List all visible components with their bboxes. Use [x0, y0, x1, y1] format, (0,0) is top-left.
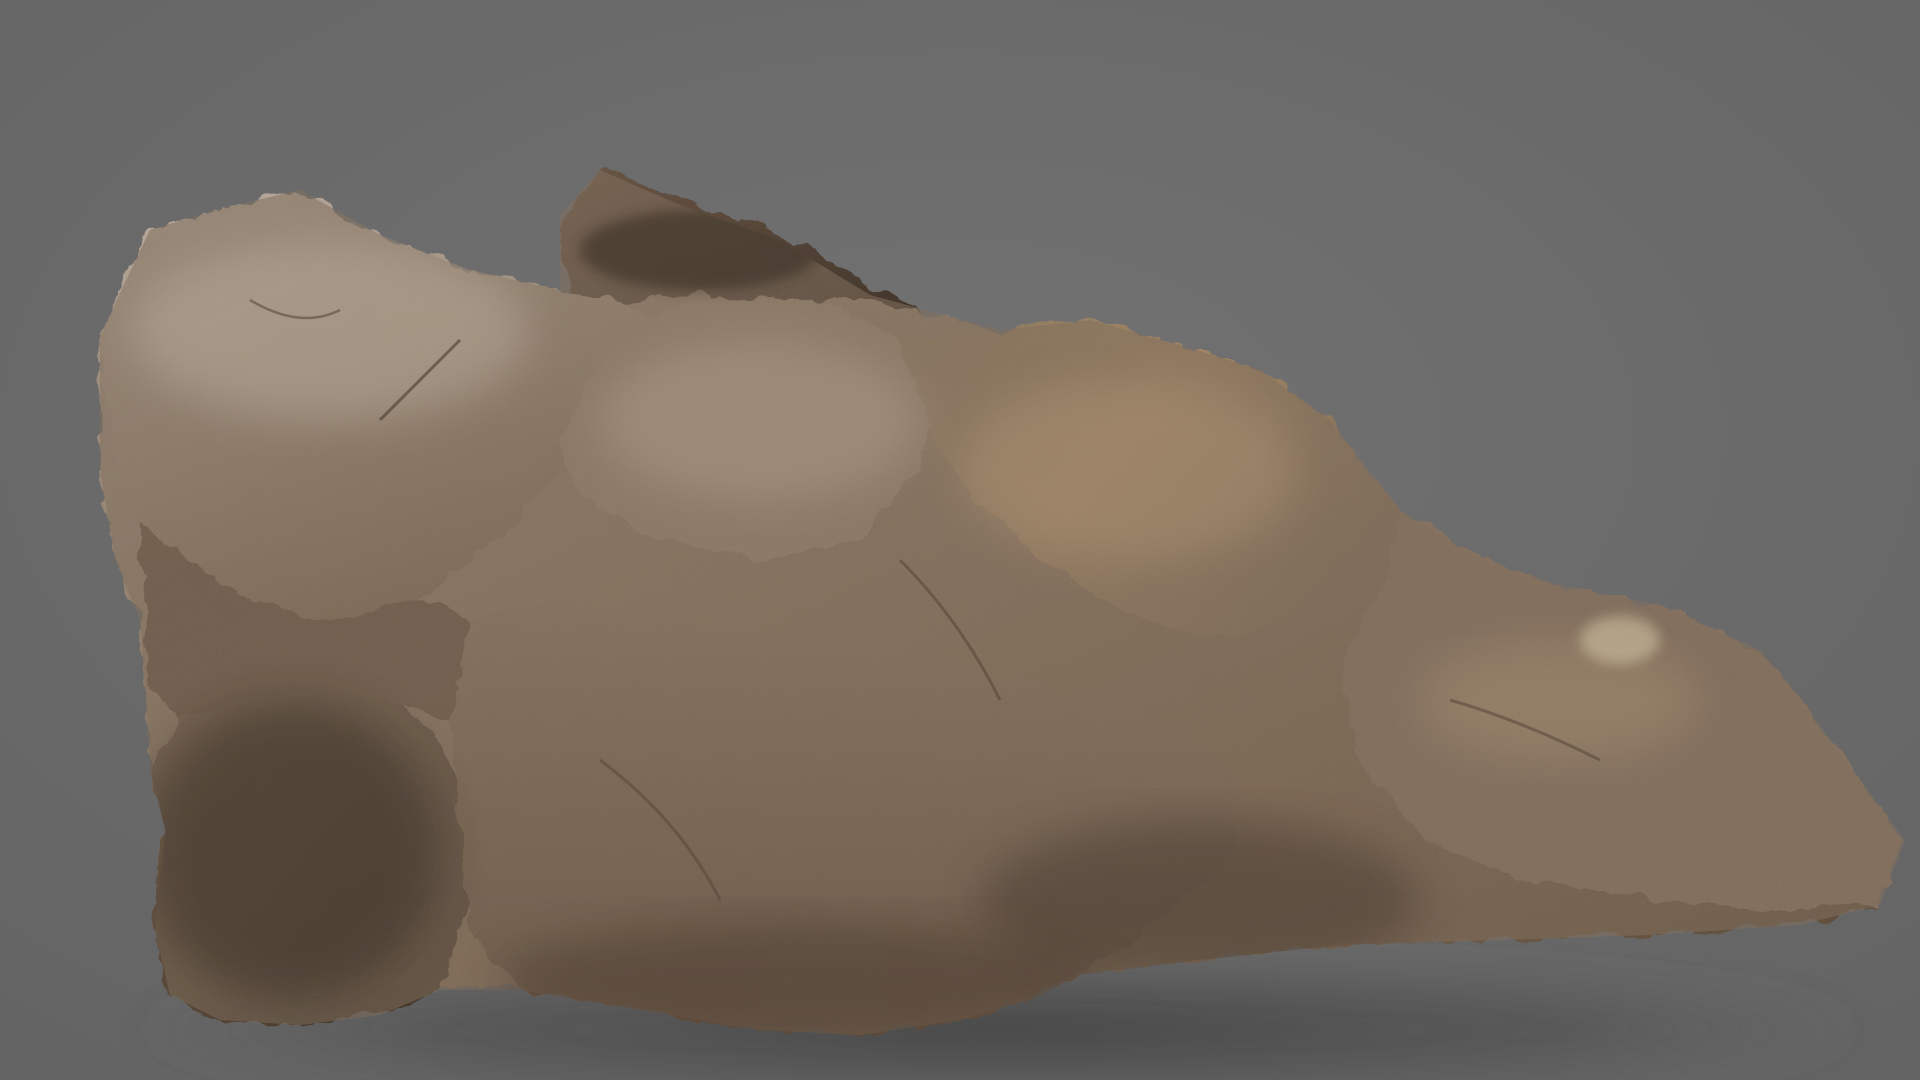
shadow-left-chunk	[140, 700, 440, 1000]
pale-patch	[1580, 616, 1660, 664]
highlight-right	[960, 380, 1300, 560]
viewport	[0, 0, 1920, 1080]
highlight-center	[600, 340, 920, 500]
rock-render	[0, 0, 1920, 1080]
